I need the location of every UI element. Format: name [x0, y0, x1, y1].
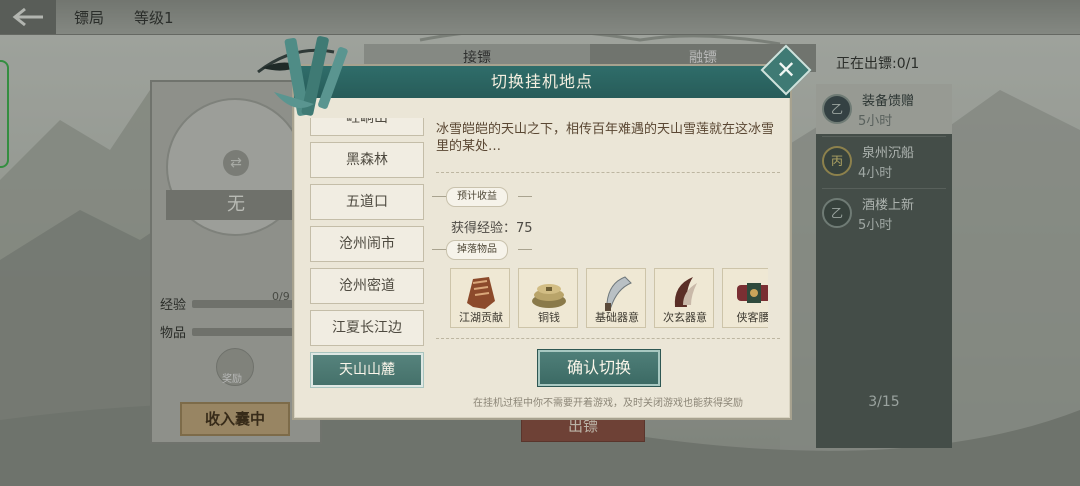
location-item-selected[interactable]: 天山山麓 [310, 352, 424, 388]
divider [436, 338, 780, 339]
idle-note: 在挂机过程中你不需要开着游戏，及时关闭游戏也能获得奖励 [473, 398, 743, 409]
location-list[interactable]: 崆峒山 黑森林 五道口 沧州闹市 沧州密道 江夏长江边 天山山麓 [308, 118, 424, 410]
drop-item-label: 次玄器意 [663, 311, 707, 324]
drop-item[interactable]: 侠客腰 [722, 268, 768, 328]
drop-item[interactable]: 基础器意 [586, 268, 646, 328]
drop-items-row[interactable]: 江湖贡献 铜钱 基础器意 次玄器意 侠客腰 [450, 268, 768, 330]
divider [436, 172, 780, 173]
tag-ornament [518, 249, 532, 250]
switch-location-dialog: 切换挂机地点 崆峒山 黑森林 五道口 沧州闹市 沧州密道 江夏长江边 天山山麓 … [292, 64, 792, 420]
dialog-header: 切换挂机地点 [294, 66, 790, 98]
close-icon[interactable]: ✕ [768, 52, 804, 88]
drop-item-label: 基础器意 [595, 311, 639, 324]
tag-ornament [432, 249, 446, 250]
drop-item-label: 铜钱 [538, 311, 560, 324]
claw-blade-icon [674, 277, 697, 307]
scroll-icon [467, 277, 495, 309]
coins-icon [532, 284, 566, 308]
drop-item[interactable]: 铜钱 [518, 268, 578, 328]
exp-gain-text: 获得经验：75 [451, 221, 533, 236]
tag-ornament [518, 196, 532, 197]
drop-item-label: 侠客腰 [736, 311, 769, 324]
location-item[interactable]: 江夏长江边 [310, 310, 424, 346]
belt-icon [737, 283, 768, 303]
dialog-title: 切换挂机地点 [490, 72, 593, 91]
drop-item-label: 江湖贡献 [459, 311, 503, 324]
location-description: 冰雪皑皑的天山之下，相传百年难遇的天山雪莲就在这冰雪里的某处… [436, 122, 775, 154]
location-item[interactable]: 五道口 [310, 184, 424, 220]
location-item[interactable]: 沧州密道 [310, 268, 424, 304]
expected-income-tag: 预计收益 [446, 187, 508, 207]
tag-ornament [432, 196, 446, 197]
confirm-switch-button[interactable]: 确认切换 [538, 350, 660, 386]
location-item[interactable]: 沧州闹市 [310, 226, 424, 262]
drops-tag: 掉落物品 [446, 240, 508, 260]
drop-item[interactable]: 次玄器意 [654, 268, 714, 328]
swords-ornament-icon [257, 36, 348, 116]
location-item[interactable]: 黑森林 [310, 142, 424, 178]
blade-icon [605, 276, 632, 311]
drop-item[interactable]: 江湖贡献 [450, 268, 510, 328]
